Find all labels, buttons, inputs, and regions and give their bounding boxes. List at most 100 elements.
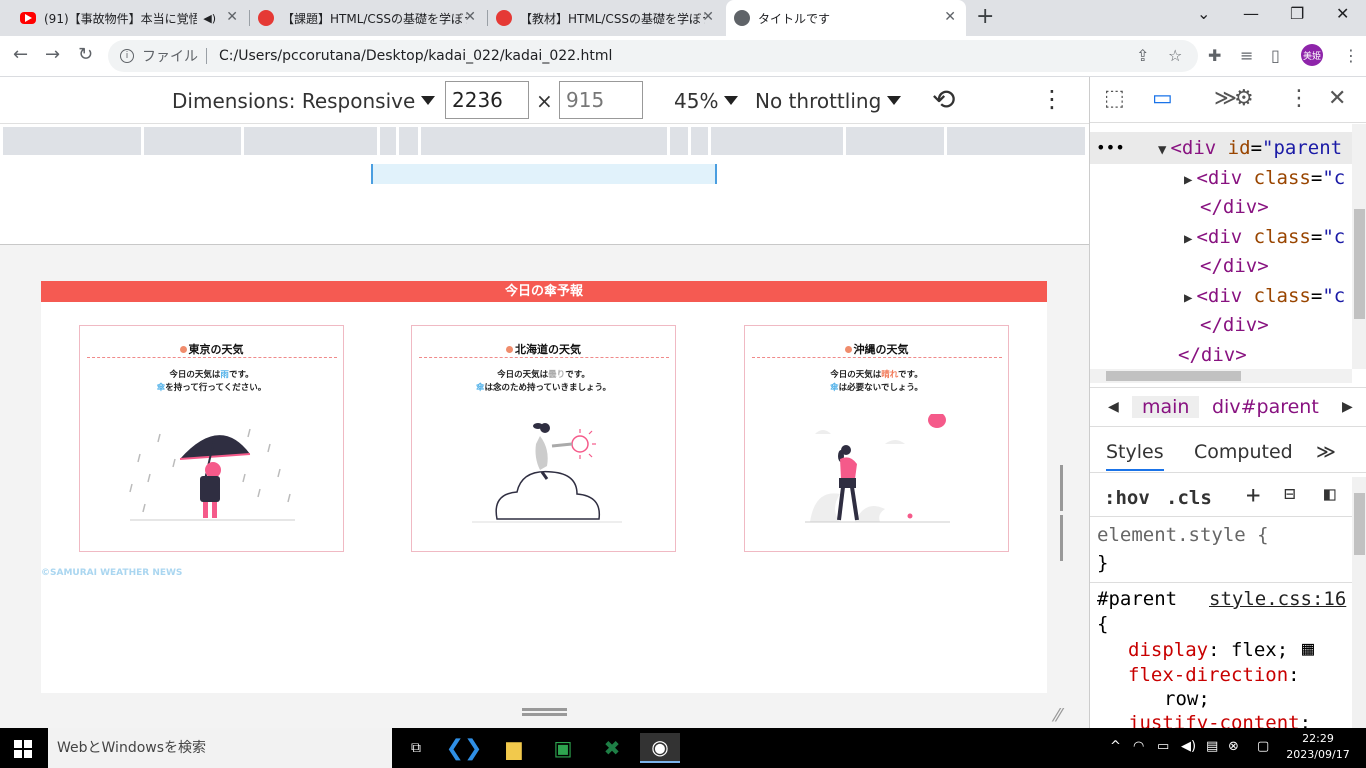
breadcrumb-left-icon[interactable]: ◀ — [1108, 399, 1119, 415]
tab-computed[interactable]: Computed — [1194, 441, 1293, 463]
close-tab-icon[interactable]: ✕ — [226, 9, 238, 25]
side-panel-icon[interactable]: ▯ — [1271, 46, 1280, 65]
restore-button[interactable]: ❐ — [1290, 4, 1304, 23]
more-tabs-icon[interactable]: ≫ — [1316, 441, 1336, 463]
media-query-segment[interactable] — [421, 127, 667, 155]
tab-youtube[interactable]: (91)【事故物件】本当に覚悟の ◀) ✕ — [12, 0, 248, 36]
close-window-button[interactable]: ✕ — [1336, 4, 1349, 23]
media-query-segment[interactable] — [711, 127, 843, 155]
media-query-range[interactable] — [371, 164, 717, 184]
close-tab-icon[interactable]: ✕ — [944, 9, 956, 25]
tree-node-close[interactable]: </div> — [1200, 252, 1269, 280]
settings-gear-icon[interactable]: ⚙ — [1234, 86, 1254, 111]
tree-node[interactable]: ▶ <div class="c — [1184, 223, 1345, 251]
task-view-icon[interactable]: ⧉ — [396, 733, 436, 763]
meet-icon[interactable]: ▣ — [543, 733, 583, 763]
file-explorer-icon[interactable]: ▆ — [494, 733, 534, 763]
tray-overflow-icon[interactable]: ^ — [1110, 739, 1121, 754]
wifi-icon[interactable]: ◠ — [1133, 739, 1144, 754]
vscode-icon[interactable]: ❮❯ — [444, 733, 484, 763]
speaker-icon[interactable]: ◀) — [203, 12, 216, 25]
devtools-menu-icon[interactable]: ⋮ — [1288, 86, 1310, 111]
element-style-selector[interactable]: element.style { — [1097, 524, 1269, 546]
media-query-segment[interactable] — [244, 127, 377, 155]
tree-node[interactable]: ▶ <div class="c — [1184, 164, 1345, 192]
declaration[interactable]: justify-content: — [1128, 712, 1311, 728]
styles-scrollbar[interactable] — [1352, 477, 1366, 728]
share-icon[interactable]: ⇪ — [1136, 46, 1149, 65]
throttling-dropdown[interactable]: No throttling — [755, 89, 902, 113]
minimize-button[interactable]: — — [1243, 4, 1259, 23]
volume-icon[interactable]: ◀) — [1181, 739, 1196, 754]
taskbar-search-input[interactable]: WebとWindowsを検索 — [48, 728, 392, 768]
inspect-element-icon[interactable]: ⬚ — [1104, 86, 1125, 111]
expand-triangle-icon[interactable]: ▶ — [1184, 231, 1192, 247]
new-tab-button[interactable]: + — [976, 4, 994, 29]
cls-toggle[interactable]: .cls — [1166, 487, 1212, 509]
tree-node[interactable]: ▼ <div id="parent — [1158, 134, 1342, 162]
declaration[interactable]: display: flex; — [1128, 639, 1288, 661]
close-circle-icon[interactable]: ⊗ — [1228, 739, 1239, 754]
node-actions-icon[interactable]: ••• — [1096, 134, 1125, 162]
ime-icon[interactable]: ▤ — [1206, 739, 1218, 754]
width-input[interactable]: 2236 — [445, 81, 529, 119]
bookmark-star-icon[interactable]: ☆ — [1168, 46, 1182, 65]
menu-kebab-icon[interactable]: ⋮ — [1343, 46, 1359, 65]
forward-icon[interactable]: → — [45, 44, 60, 65]
collapse-triangle-icon[interactable]: ▼ — [1158, 142, 1166, 158]
media-query-segment[interactable] — [3, 127, 141, 155]
address-bar[interactable]: i ファイル C:/Users/pccorutana/Desktop/kadai… — [108, 40, 1198, 72]
clock[interactable]: 22:29 2023/09/17 — [1283, 731, 1353, 763]
tree-node-close[interactable]: </div> — [1200, 193, 1269, 221]
breadcrumb-parent[interactable]: div#parent — [1212, 396, 1319, 418]
rule-selector[interactable]: #parent — [1097, 588, 1177, 610]
flexbox-editor-icon[interactable]: ▦ — [1302, 636, 1314, 660]
media-query-segment[interactable] — [947, 127, 1085, 155]
extensions-icon[interactable]: ✚ — [1208, 46, 1221, 65]
breadcrumb-main[interactable]: main — [1132, 396, 1200, 418]
sidebar-toggle-icon[interactable]: ◧ — [1324, 483, 1335, 505]
device-options-icon[interactable]: ⋮ — [1040, 85, 1064, 113]
elements-horizontal-scrollbar[interactable] — [1090, 369, 1352, 383]
info-icon[interactable]: i — [120, 49, 134, 63]
tree-node-close[interactable]: </div> — [1178, 341, 1247, 369]
zoom-dropdown[interactable]: 45% — [674, 89, 739, 113]
notification-icon[interactable]: ▢ — [1257, 739, 1269, 754]
page-footer[interactable]: ©SAMURAI WEATHER NEWS — [41, 568, 182, 578]
tab-active[interactable]: タイトルです ✕ — [726, 0, 966, 36]
back-icon[interactable]: ← — [13, 44, 28, 65]
reload-icon[interactable]: ↻ — [78, 44, 93, 65]
corner-resize-icon[interactable]: ⁄⁄ — [1055, 705, 1061, 726]
tab-search-icon[interactable]: ⌄ — [1197, 4, 1210, 23]
windows-start-icon[interactable] — [14, 740, 32, 758]
rotate-icon[interactable]: ⟲ — [932, 83, 955, 116]
chrome-icon[interactable]: ◉ — [640, 733, 680, 763]
expand-triangle-icon[interactable]: ▶ — [1184, 290, 1192, 306]
device-toggle-icon[interactable]: ▭ — [1152, 86, 1173, 111]
resize-handle[interactable] — [1060, 465, 1068, 561]
media-query-segment[interactable] — [691, 127, 708, 155]
hov-toggle[interactable]: :hov — [1104, 487, 1150, 509]
close-tab-icon[interactable]: ✕ — [464, 9, 476, 25]
dimensions-dropdown[interactable]: Dimensions: Responsive — [172, 89, 436, 113]
height-input[interactable]: 915 — [559, 81, 643, 119]
media-query-segment[interactable] — [380, 127, 396, 155]
add-rule-icon[interactable]: + — [1246, 481, 1260, 509]
media-query-segment[interactable] — [399, 127, 418, 155]
close-tab-icon[interactable]: ✕ — [702, 9, 714, 25]
paint-brush-icon[interactable]: ⊟ — [1284, 483, 1295, 505]
profile-avatar[interactable]: 美姫 — [1301, 44, 1323, 66]
tab-kyozai[interactable]: 【教材】HTML/CSSの基礎を学ぼう - ✕ — [488, 0, 724, 36]
tree-node-close[interactable]: </div> — [1200, 311, 1269, 339]
excel-icon[interactable]: ✖ — [592, 733, 632, 763]
media-query-segment[interactable] — [670, 127, 688, 155]
declaration-value[interactable]: row; — [1164, 688, 1210, 710]
battery-icon[interactable]: ▭ — [1157, 739, 1169, 754]
media-icon[interactable]: ≡ — [1240, 46, 1253, 65]
tab-styles[interactable]: Styles — [1106, 441, 1164, 471]
close-devtools-icon[interactable]: ✕ — [1328, 86, 1346, 111]
declaration[interactable]: flex-direction: — [1128, 664, 1300, 686]
tree-node[interactable]: ▶ <div class="c — [1184, 282, 1345, 310]
breadcrumb-right-icon[interactable]: ▶ — [1342, 399, 1353, 415]
expand-triangle-icon[interactable]: ▶ — [1184, 172, 1192, 188]
